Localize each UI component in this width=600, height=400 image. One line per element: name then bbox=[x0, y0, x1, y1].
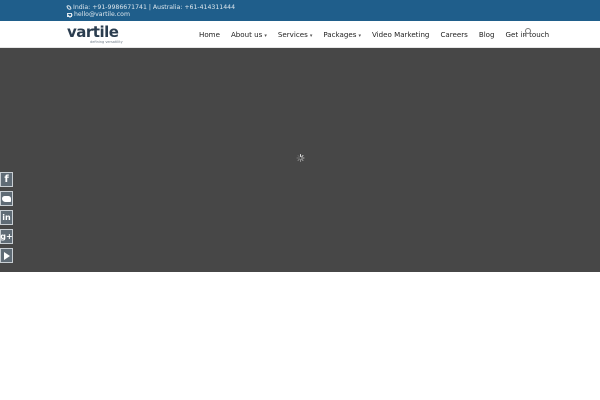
chevron-down-icon: ▾ bbox=[264, 33, 267, 39]
loading-spinner-icon bbox=[296, 154, 304, 162]
nav-item-careers[interactable]: Careers bbox=[440, 30, 467, 39]
nav-item-blog[interactable]: Blog bbox=[479, 30, 495, 39]
phone-icon bbox=[66, 4, 72, 11]
nav-item-services[interactable]: Services ▾ bbox=[278, 30, 312, 39]
site-header: vartile defining versatility Home About … bbox=[0, 21, 600, 48]
nav-item-video-marketing[interactable]: Video Marketing bbox=[372, 30, 429, 39]
top-contact-bar: India: +91-9986671741 | Australia: +61-4… bbox=[0, 0, 600, 21]
search-icon[interactable] bbox=[524, 28, 532, 36]
logo-wordmark: vartile bbox=[67, 23, 119, 41]
youtube-button[interactable] bbox=[0, 248, 13, 263]
social-share-bar: f in g+ bbox=[0, 172, 13, 267]
phone-text[interactable]: India: +91-9986671741 | Australia: +61-4… bbox=[73, 4, 235, 11]
mail-icon bbox=[67, 12, 72, 17]
chevron-down-icon: ▾ bbox=[358, 33, 361, 39]
linkedin-icon: in bbox=[2, 212, 11, 222]
google-plus-icon: g+ bbox=[0, 231, 13, 241]
email-line: hello@vartile.com bbox=[67, 11, 130, 18]
google-plus-button[interactable]: g+ bbox=[0, 229, 13, 244]
facebook-button[interactable]: f bbox=[0, 172, 13, 187]
youtube-icon bbox=[3, 251, 10, 260]
phone-line: India: +91-9986671741 | Australia: +61-4… bbox=[66, 4, 235, 11]
nav-item-home[interactable]: Home bbox=[199, 30, 220, 39]
twitter-icon bbox=[2, 195, 11, 202]
email-link[interactable]: hello@vartile.com bbox=[74, 11, 130, 18]
nav-item-about-us[interactable]: About us ▾ bbox=[231, 30, 267, 39]
facebook-icon: f bbox=[4, 173, 9, 185]
site-logo[interactable]: vartile defining versatility bbox=[67, 23, 127, 46]
logo-tagline: defining versatility bbox=[90, 40, 123, 44]
main-nav: Home About us ▾ Services ▾ Packages ▾ Video… bbox=[199, 21, 560, 48]
twitter-button[interactable] bbox=[0, 191, 13, 206]
linkedin-button[interactable]: in bbox=[0, 210, 13, 225]
chevron-down-icon: ▾ bbox=[309, 33, 313, 39]
nav-item-packages[interactable]: Packages ▾ bbox=[323, 30, 361, 39]
